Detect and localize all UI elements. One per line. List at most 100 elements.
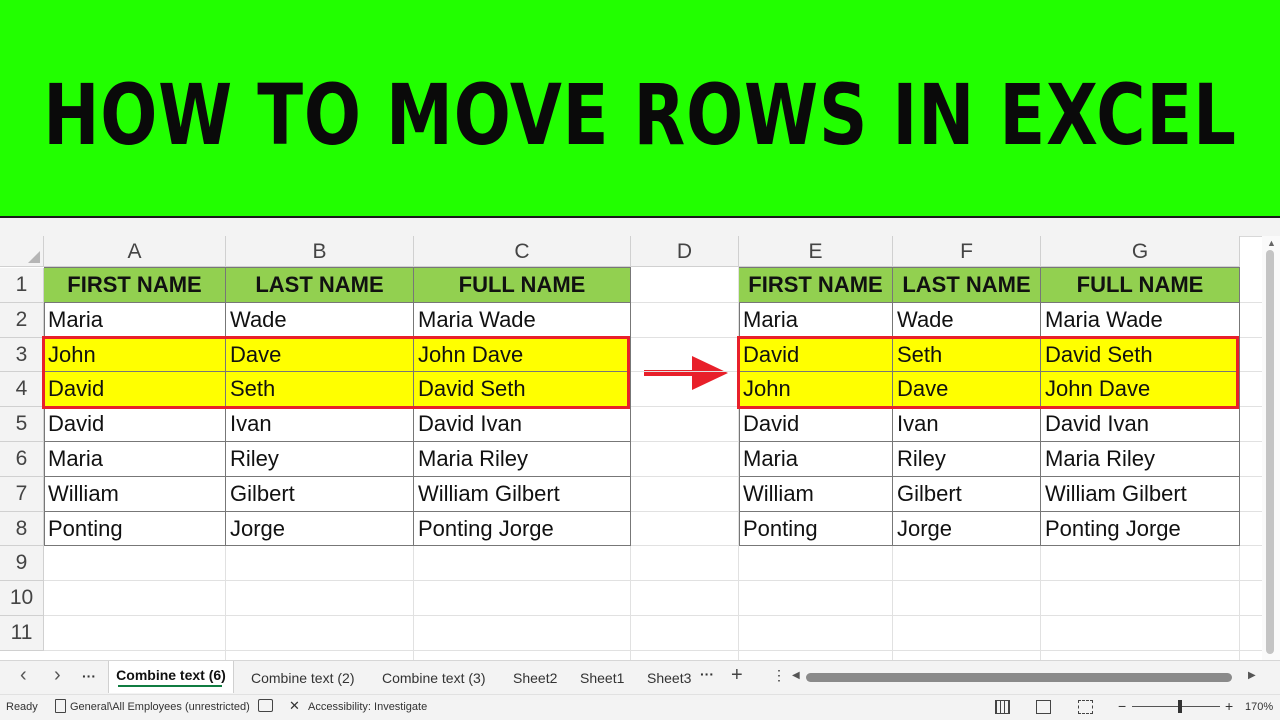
page-break-preview-icon[interactable]	[1078, 700, 1093, 714]
accessibility-icon[interactable]: ✕	[289, 698, 300, 714]
left-data-cell[interactable]: William Gilbert	[414, 476, 631, 512]
tab-sheet1[interactable]: Sheet1	[580, 670, 624, 686]
right-data-cell[interactable]: Wade	[893, 302, 1041, 338]
left-data-cell[interactable]: Maria	[44, 302, 226, 338]
right-data-cell[interactable]: Maria Riley	[1041, 442, 1240, 477]
right-data-cell[interactable]: Gilbert	[893, 476, 1041, 512]
right-header-cell[interactable]: LAST NAME	[893, 268, 1041, 303]
right-data-cell[interactable]: Jorge	[893, 511, 1041, 547]
next-sheet-button[interactable]: ›	[54, 664, 61, 687]
zoom-level[interactable]: 170%	[1245, 701, 1273, 713]
right-data-cell[interactable]: Maria	[739, 442, 893, 477]
tab-sheet3[interactable]: Sheet3	[647, 670, 691, 686]
page-layout-view-icon[interactable]	[1036, 700, 1051, 714]
scroll-up-icon[interactable]: ▲	[1267, 238, 1276, 248]
select-all-corner[interactable]	[0, 236, 44, 267]
row-header-11[interactable]: 11	[0, 616, 44, 651]
zoom-in-button[interactable]: +	[1225, 698, 1233, 714]
row-header-8[interactable]: 8	[0, 511, 44, 547]
column-header-d[interactable]: D	[631, 236, 739, 267]
vertical-scrollbar[interactable]: ▲	[1262, 236, 1280, 660]
gridline-horizontal	[44, 649, 1262, 651]
move-arrow-icon	[644, 356, 728, 390]
column-header-c[interactable]: C	[414, 236, 631, 267]
column-header-b[interactable]: B	[226, 236, 414, 267]
prev-sheet-button[interactable]: ‹	[20, 664, 27, 687]
left-data-cell[interactable]: David	[44, 407, 226, 442]
tabbar-splitter-icon[interactable]: ⋮	[772, 667, 786, 684]
tab-combine-text-6[interactable]: Combine text (6)	[108, 661, 234, 693]
left-selection-box	[42, 335, 630, 410]
left-header-cell[interactable]: FULL NAME	[414, 268, 631, 303]
left-header-cell[interactable]: LAST NAME	[226, 268, 414, 303]
left-data-cell[interactable]: Wade	[226, 302, 414, 338]
row-header-7[interactable]: 7	[0, 476, 44, 512]
gridline-horizontal	[44, 615, 1262, 616]
zoom-out-button[interactable]: −	[1118, 698, 1126, 714]
scroll-left-icon[interactable]: ◀	[792, 670, 800, 681]
sensitivity-icon	[55, 699, 66, 713]
status-bar: Ready General\All Employees (unrestricte…	[0, 694, 1280, 720]
left-data-cell[interactable]: Ponting Jorge	[414, 511, 631, 547]
right-data-cell[interactable]: Maria	[739, 302, 893, 338]
row-header-6[interactable]: 6	[0, 442, 44, 477]
right-data-cell[interactable]: William Gilbert	[1041, 476, 1240, 512]
banner-title: HOW TO MOVE ROWS IN EXCEL	[43, 66, 1237, 164]
vertical-scroll-thumb[interactable]	[1266, 250, 1274, 654]
left-data-cell[interactable]: Maria Riley	[414, 442, 631, 477]
left-data-cell[interactable]: Maria	[44, 442, 226, 477]
row-header-9[interactable]: 9	[0, 546, 44, 582]
right-data-cell[interactable]: Ponting	[739, 511, 893, 547]
left-data-cell[interactable]: William	[44, 476, 226, 512]
row-header-4[interactable]: 4	[0, 372, 44, 408]
normal-view-icon[interactable]	[995, 700, 1010, 714]
more-sheets-button[interactable]: ···	[82, 668, 96, 684]
zoom-slider[interactable]	[1132, 706, 1220, 707]
zoom-slider-thumb[interactable]	[1178, 700, 1182, 713]
left-data-cell[interactable]: Ponting	[44, 511, 226, 547]
right-data-cell[interactable]: David Ivan	[1041, 407, 1240, 442]
right-data-cell[interactable]: William	[739, 476, 893, 512]
right-data-cell[interactable]: David	[739, 407, 893, 442]
left-data-cell[interactable]: Jorge	[226, 511, 414, 547]
add-sheet-button[interactable]: +	[731, 664, 743, 687]
column-header-e[interactable]: E	[739, 236, 893, 267]
tab-combine-text-2[interactable]: Combine text (2)	[251, 670, 354, 686]
right-data-cell[interactable]: Maria Wade	[1041, 302, 1240, 338]
scroll-right-icon[interactable]: ▶	[1248, 670, 1256, 681]
row-header-5[interactable]: 5	[0, 407, 44, 442]
title-banner: HOW TO MOVE ROWS IN EXCEL	[0, 0, 1280, 218]
accessibility-status[interactable]: Accessibility: Investigate	[308, 701, 427, 713]
right-data-cell[interactable]: Ponting Jorge	[1041, 511, 1240, 547]
right-header-cell[interactable]: FIRST NAME	[739, 268, 893, 303]
column-header-f[interactable]: F	[893, 236, 1041, 267]
left-data-cell[interactable]: David Ivan	[414, 407, 631, 442]
gridline-horizontal	[44, 580, 1262, 582]
horizontal-scrollbar[interactable]	[806, 673, 1232, 682]
sensitivity-label[interactable]: General\All Employees (unrestricted)	[70, 701, 250, 713]
macro-recording-icon[interactable]	[258, 699, 273, 712]
spreadsheet-grid[interactable]: ▲ A B C D E F G 1 2 3 4 5 6 7 8 9 10 11 FIRST NAME LAST NAM…	[0, 236, 1280, 660]
left-data-cell[interactable]: Riley	[226, 442, 414, 477]
right-selection-box	[737, 335, 1239, 410]
column-header-g[interactable]: G	[1041, 236, 1240, 267]
sheet-tab-bar: ‹ › ··· Combine text (6) Combine text (2…	[0, 660, 1280, 694]
right-header-cell[interactable]: FULL NAME	[1041, 268, 1240, 303]
row-header-3[interactable]: 3	[0, 337, 44, 373]
left-data-cell[interactable]: Ivan	[226, 407, 414, 442]
active-tab-underline	[118, 685, 222, 687]
row-header-10[interactable]: 10	[0, 581, 44, 616]
row-header-2[interactable]: 2	[0, 302, 44, 338]
left-header-cell[interactable]: FIRST NAME	[44, 268, 226, 303]
left-data-cell[interactable]: Gilbert	[226, 476, 414, 512]
left-data-cell[interactable]: Maria Wade	[414, 302, 631, 338]
right-data-cell[interactable]: Riley	[893, 442, 1041, 477]
formula-bar-strip	[0, 218, 1280, 237]
tab-sheet2[interactable]: Sheet2	[513, 670, 557, 686]
status-ready: Ready	[6, 701, 38, 713]
row-header-1[interactable]: 1	[0, 268, 44, 303]
right-data-cell[interactable]: Ivan	[893, 407, 1041, 442]
tab-combine-text-3[interactable]: Combine text (3)	[382, 670, 485, 686]
column-header-a[interactable]: A	[44, 236, 226, 267]
tab-more-button[interactable]: ···	[700, 666, 714, 682]
